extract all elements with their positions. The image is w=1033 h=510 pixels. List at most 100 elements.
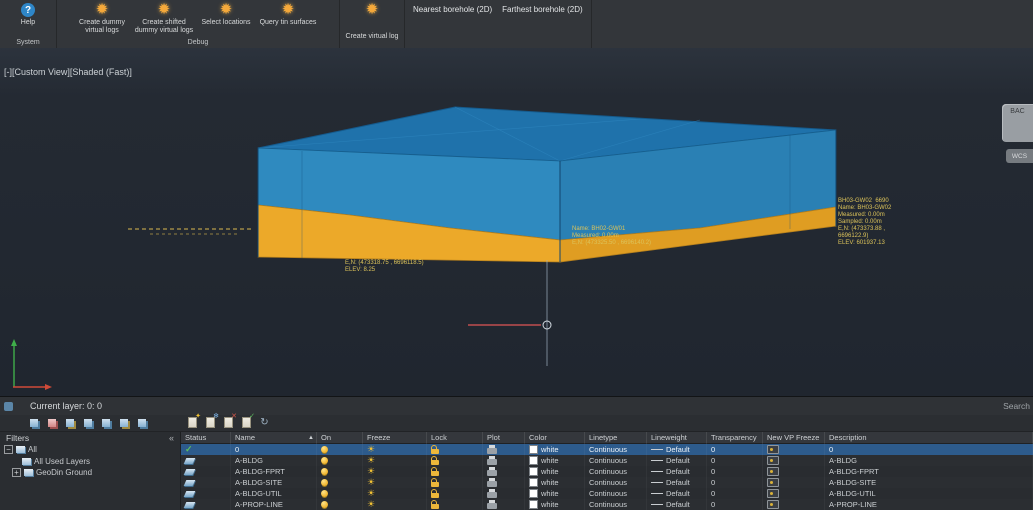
layer-freeze-cell[interactable]: ☀ — [363, 488, 427, 499]
query-tin-surfaces-button[interactable]: ✹ Query tin surfaces — [255, 0, 321, 27]
farthest-borehole-button[interactable]: Farthest borehole (2D) — [499, 3, 585, 16]
layer-transparency-cell[interactable]: 0 — [707, 444, 763, 455]
layer-plot-cell[interactable] — [483, 444, 525, 455]
select-locations-button[interactable]: ✹ Select locations — [199, 0, 253, 27]
bulb-on-icon[interactable] — [321, 490, 328, 497]
layer-lineweight-cell[interactable]: Default — [647, 499, 707, 510]
sun-thaw-icon[interactable]: ☀ — [367, 478, 375, 487]
unlock-icon[interactable] — [431, 471, 439, 476]
layer-new-vp-freeze-cell[interactable] — [763, 455, 825, 466]
tree-expander-icon[interactable]: − — [4, 445, 13, 454]
unlock-icon[interactable] — [431, 504, 439, 509]
bulb-on-icon[interactable] — [321, 468, 328, 475]
color-swatch[interactable] — [529, 478, 538, 487]
layer-lineweight-cell[interactable]: Default — [647, 455, 707, 466]
layer-on-cell[interactable] — [317, 488, 363, 499]
create-virtual-log-button[interactable]: ✹ Create virtual log — [346, 0, 399, 41]
layer-status-cell[interactable] — [181, 466, 231, 477]
printer-plot-icon[interactable] — [487, 503, 497, 509]
layer-new-vp-freeze-cell[interactable] — [763, 444, 825, 455]
new-layer-icon[interactable] — [185, 416, 200, 429]
nearest-borehole-button[interactable]: Nearest borehole (2D) — [410, 3, 495, 16]
layer-name-cell[interactable]: A-BLDG — [231, 455, 317, 466]
bulb-on-icon[interactable] — [321, 446, 328, 453]
refresh-icon[interactable]: ↻ — [257, 416, 272, 429]
header-color[interactable]: Color — [525, 432, 585, 444]
layer-row[interactable]: A-BLDG-UTIL ☀ white Continuous Default 0… — [181, 488, 1033, 499]
layer-freeze-cell[interactable]: ☀ — [363, 455, 427, 466]
layer-lineweight-cell[interactable]: Default — [647, 466, 707, 477]
layer-name-cell[interactable]: A-BLDG-UTIL — [231, 488, 317, 499]
layer-description-cell[interactable]: A-PROP-LINE — [825, 499, 1033, 510]
navigation-bar-fragment[interactable]: WCS — [1006, 149, 1033, 163]
header-name[interactable]: Name ▲ — [231, 432, 317, 444]
sun-thaw-icon[interactable]: ☀ — [367, 467, 375, 476]
new-property-filter-icon[interactable] — [26, 416, 41, 429]
layer-new-vp-freeze-cell[interactable] — [763, 499, 825, 510]
layer-new-vp-freeze-cell[interactable] — [763, 477, 825, 488]
layer-name-cell[interactable]: A-BLDG-FPRT — [231, 466, 317, 477]
bulb-on-icon[interactable] — [321, 479, 328, 486]
layer-transparency-cell[interactable]: 0 — [707, 477, 763, 488]
layer-freeze-cell[interactable]: ☀ — [363, 477, 427, 488]
new-vp-freeze-icon[interactable] — [767, 489, 779, 498]
layer-color-cell[interactable]: white — [525, 455, 585, 466]
header-plot[interactable]: Plot — [483, 432, 525, 444]
layer-row[interactable]: A-BLDG-FPRT ☀ white Continuous Default 0… — [181, 466, 1033, 477]
header-status[interactable]: Status — [181, 432, 231, 444]
sun-thaw-icon[interactable]: ☀ — [367, 445, 375, 454]
layer-lock-icon[interactable] — [134, 416, 149, 429]
layer-description-cell[interactable]: A-BLDG-UTIL — [825, 488, 1033, 499]
layer-on-cell[interactable] — [317, 466, 363, 477]
layer-color-cell[interactable]: white — [525, 444, 585, 455]
layer-freeze-cell[interactable]: ☀ — [363, 444, 427, 455]
layer-lineweight-cell[interactable]: Default — [647, 488, 707, 499]
layer-lock-cell[interactable] — [427, 455, 483, 466]
layer-lock-cell[interactable] — [427, 477, 483, 488]
layer-linetype-cell[interactable]: Continuous — [585, 477, 647, 488]
unlock-icon[interactable] — [431, 482, 439, 487]
unlock-icon[interactable] — [431, 449, 439, 454]
filter-tree-item-geodin-ground[interactable]: + GeoDin Ground — [0, 467, 180, 479]
header-on[interactable]: On — [317, 432, 363, 444]
model-viewport[interactable]: [-][Custom View][Shaded (Fast)] E,N: (47… — [0, 48, 1033, 396]
printer-plot-icon[interactable] — [487, 470, 497, 476]
layer-color-cell[interactable]: white — [525, 466, 585, 477]
layer-new-vp-freeze-cell[interactable] — [763, 488, 825, 499]
layer-name-cell[interactable]: A-PROP-LINE — [231, 499, 317, 510]
create-shifted-dummy-virtual-logs-button[interactable]: ✹ Create shifted dummy virtual logs — [131, 0, 197, 35]
new-layer-vp-frozen-icon[interactable] — [203, 416, 218, 429]
layer-plot-cell[interactable] — [483, 499, 525, 510]
layer-description-cell[interactable]: 0 — [825, 444, 1033, 455]
help-button[interactable]: ? Help — [21, 0, 35, 27]
sun-thaw-icon[interactable]: ☀ — [367, 489, 375, 498]
collapse-filters-button[interactable]: « — [169, 433, 174, 443]
new-group-filter-icon[interactable] — [44, 416, 59, 429]
color-swatch[interactable] — [529, 500, 538, 509]
layer-lock-cell[interactable] — [427, 499, 483, 510]
header-lineweight[interactable]: Lineweight — [647, 432, 707, 444]
layer-row[interactable]: ✓ 0 ☀ white Continuous Default 0 0 — [181, 444, 1033, 455]
layer-name-cell[interactable]: 0 — [231, 444, 317, 455]
header-transparency[interactable]: Transparency — [707, 432, 763, 444]
layer-lineweight-cell[interactable]: Default — [647, 477, 707, 488]
layer-transparency-cell[interactable]: 0 — [707, 466, 763, 477]
tree-expander-icon[interactable]: + — [12, 468, 21, 477]
search-input[interactable]: Search — [1003, 401, 1030, 411]
new-vp-freeze-icon[interactable] — [767, 478, 779, 487]
layer-status-cell[interactable] — [181, 488, 231, 499]
layer-description-cell[interactable]: A-BLDG-SITE — [825, 477, 1033, 488]
layer-lineweight-cell[interactable]: Default — [647, 444, 707, 455]
layer-transparency-cell[interactable]: 0 — [707, 499, 763, 510]
layer-linetype-cell[interactable]: Continuous — [585, 455, 647, 466]
layer-lock-cell[interactable] — [427, 488, 483, 499]
printer-plot-icon[interactable] — [487, 481, 497, 487]
header-linetype[interactable]: Linetype — [585, 432, 647, 444]
layer-color-cell[interactable]: white — [525, 477, 585, 488]
color-swatch[interactable] — [529, 445, 538, 454]
layer-description-cell[interactable]: A-BLDG-FPRT — [825, 466, 1033, 477]
sun-thaw-icon[interactable]: ☀ — [367, 456, 375, 465]
layer-transparency-cell[interactable]: 0 — [707, 455, 763, 466]
new-vp-freeze-icon[interactable] — [767, 467, 779, 476]
set-current-layer-icon[interactable] — [239, 416, 254, 429]
